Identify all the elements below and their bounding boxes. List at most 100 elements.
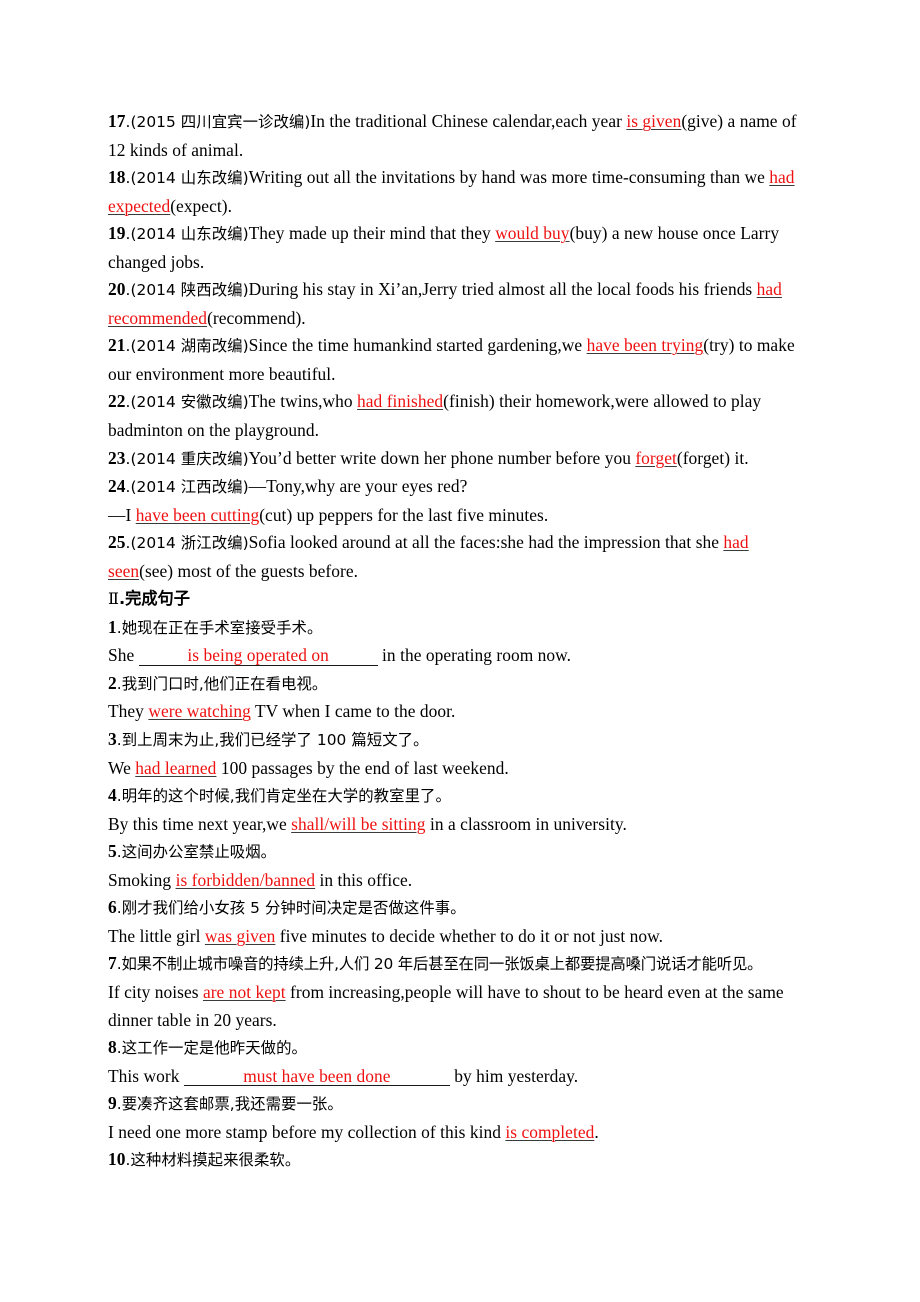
sentence-item-7-answer: If city noises are not kept from increas… bbox=[108, 979, 812, 1034]
item-source: .(2014 湖南改编) bbox=[125, 337, 249, 356]
sentence-item-8-prompt: 8.这工作一定是他昨天做的。 bbox=[108, 1034, 812, 1063]
item-text-before: Since the time humankind started gardeni… bbox=[248, 335, 587, 356]
sentence-before: She bbox=[108, 645, 139, 666]
sentence-item-8-answer: This work must have been done by him yes… bbox=[108, 1063, 812, 1091]
item-number: 24 bbox=[108, 476, 126, 497]
item-source: .(2014 陕西改编) bbox=[125, 281, 249, 300]
section-numeral: Ⅱ bbox=[108, 590, 120, 609]
item-chinese: .刚才我们给小女孩 5 分钟时间决定是否做这件事。 bbox=[116, 899, 466, 918]
item-source: .(2014 山东改编) bbox=[125, 169, 249, 188]
sentence-item-6-answer: The little girl was given five minutes t… bbox=[108, 923, 812, 951]
item-source: .(2014 重庆改编) bbox=[125, 449, 249, 468]
sentence-before: Smoking bbox=[108, 869, 176, 890]
item-number: 25 bbox=[108, 532, 126, 553]
answer-blank: was given bbox=[204, 925, 276, 946]
item-text-after: (recommend). bbox=[207, 307, 306, 328]
sentence-after: in the operating room now. bbox=[377, 645, 572, 666]
item-source: .(2015 四川宜宾一诊改编) bbox=[125, 113, 311, 131]
item-answer: would buy bbox=[495, 223, 570, 244]
document-body: 17.(2015 四川宜宾一诊改编)In the traditional Chi… bbox=[108, 108, 812, 1175]
exercise-item-25: 25.(2014 浙江改编)Sofia looked around at all… bbox=[108, 529, 812, 585]
item-number: 1 bbox=[108, 616, 117, 637]
sentence-before: If city noises bbox=[108, 981, 203, 1002]
sentence-before: They bbox=[108, 701, 149, 722]
sentence-after: 100 passages by the end of last weekend. bbox=[216, 757, 509, 778]
item-number: 7 bbox=[108, 953, 117, 974]
item-text-before: In the traditional Chinese calendar,each… bbox=[310, 111, 627, 131]
item-chinese: .这工作一定是他昨天做的。 bbox=[116, 1039, 307, 1058]
item-text-before: —I bbox=[108, 504, 136, 525]
sentence-item-1-answer: She is being operated on in the operatin… bbox=[108, 642, 812, 670]
sentence-item-4-answer: By this time next year,we shall/will be … bbox=[108, 811, 812, 839]
item-answer: have been cutting bbox=[135, 504, 260, 525]
item-number: 9 bbox=[108, 1093, 117, 1114]
item-text-before: The twins,who bbox=[248, 391, 358, 412]
sentence-item-1-prompt: 1.她现在正在手术室接受手术。 bbox=[108, 614, 812, 643]
exercise-item-23: 23.(2014 重庆改编)You’d better write down he… bbox=[108, 445, 812, 474]
exercise-item-24-reply: —I have been cutting(cut) up peppers for… bbox=[108, 502, 812, 530]
item-number: 2 bbox=[108, 672, 117, 693]
sentence-item-6-prompt: 6.刚才我们给小女孩 5 分钟时间决定是否做这件事。 bbox=[108, 894, 812, 923]
item-number: 18 bbox=[108, 167, 126, 188]
item-chinese: .要凑齐这套邮票,我还需要一张。 bbox=[116, 1095, 343, 1114]
sentence-item-5-prompt: 5.这间办公室禁止吸烟。 bbox=[108, 838, 812, 867]
sentence-item-5-answer: Smoking is forbidden/banned in this offi… bbox=[108, 867, 812, 895]
exercise-item-22: 22.(2014 安徽改编)The twins,who had finished… bbox=[108, 388, 812, 444]
item-number: 10 bbox=[108, 1149, 126, 1170]
item-chinese: .她现在正在手术室接受手术。 bbox=[116, 618, 323, 637]
item-text-before: They made up their mind that they bbox=[248, 223, 496, 244]
sentence-after: by him yesterday. bbox=[449, 1065, 579, 1086]
sentence-item-3-prompt: 3.到上周末为止,我们已经学了 100 篇短文了。 bbox=[108, 726, 812, 755]
item-chinese: .如果不制止城市噪音的持续上升,人们 20 年后甚至在同一张饭桌上都要提高嗓门说… bbox=[116, 955, 763, 974]
exercise-item-20: 20.(2014 陕西改编)During his stay in Xi’an,J… bbox=[108, 276, 812, 332]
item-number: 4 bbox=[108, 785, 117, 806]
item-text-before: You’d better write down her phone number… bbox=[248, 447, 636, 468]
sentence-after: five minutes to decide whether to do it … bbox=[275, 925, 664, 946]
sentence-after: . bbox=[594, 1121, 599, 1142]
item-number: 8 bbox=[108, 1037, 117, 1058]
item-chinese: .这间办公室禁止吸烟。 bbox=[116, 843, 277, 862]
item-source: .(2014 江西改编) bbox=[125, 478, 249, 497]
section-title: .完成句子 bbox=[119, 589, 190, 609]
item-source: .(2014 安徽改编) bbox=[125, 393, 249, 412]
item-text-after: (expect). bbox=[170, 195, 232, 216]
sentence-item-9-answer: I need one more stamp before my collecti… bbox=[108, 1119, 812, 1147]
item-answer: had finished bbox=[357, 391, 444, 412]
sentence-before: We bbox=[108, 757, 136, 778]
document-page: 17.(2015 四川宜宾一诊改编)In the traditional Chi… bbox=[0, 0, 920, 1302]
sentence-after: TV when I came to the door. bbox=[250, 701, 456, 722]
item-chinese: .到上周末为止,我们已经学了 100 篇短文了。 bbox=[116, 731, 429, 750]
sentence-before: I need one more stamp before my collecti… bbox=[108, 1121, 506, 1142]
item-number: 19 bbox=[108, 223, 126, 244]
item-text-before: During his stay in Xi’an,Jerry tried alm… bbox=[248, 279, 757, 300]
sentence-after: in a classroom in university. bbox=[425, 813, 627, 834]
item-text-after: (cut) up peppers for the last five minut… bbox=[259, 504, 549, 525]
sentence-before: This work bbox=[108, 1065, 184, 1086]
item-text-after: (see) most of the guests before. bbox=[139, 560, 359, 581]
item-number: 5 bbox=[108, 841, 117, 862]
item-chinese: .这种材料摸起来很柔软。 bbox=[125, 1151, 301, 1170]
answer-blank: are not kept bbox=[202, 981, 286, 1002]
item-number: 21 bbox=[108, 335, 126, 356]
answer-blank: must have been done bbox=[183, 1066, 450, 1087]
answer-blank: is being operated on bbox=[138, 646, 378, 667]
exercise-item-18: 18.(2014 山东改编)Writing out all the invita… bbox=[108, 164, 812, 220]
sentence-item-4-prompt: 4.明年的这个时候,我们肯定坐在大学的教室里了。 bbox=[108, 782, 812, 811]
item-number: 23 bbox=[108, 447, 126, 468]
item-chinese: .我到门口时,他们正在看电视。 bbox=[116, 674, 328, 693]
item-text-before: —Tony,why are your eyes red? bbox=[248, 476, 468, 497]
exercise-item-24: 24.(2014 江西改编)—Tony,why are your eyes re… bbox=[108, 473, 812, 502]
answer-blank: were watching bbox=[148, 701, 251, 722]
sentence-item-2-prompt: 2.我到门口时,他们正在看电视。 bbox=[108, 670, 812, 699]
answer-blank: is forbidden/banned bbox=[175, 869, 316, 890]
exercise-item-19: 19.(2014 山东改编)They made up their mind th… bbox=[108, 220, 812, 276]
answer-blank: is completed bbox=[505, 1121, 595, 1142]
sentence-before: By this time next year,we bbox=[108, 813, 292, 834]
sentence-after: in this office. bbox=[315, 869, 413, 890]
item-number: 17 bbox=[108, 111, 126, 131]
sentence-item-7-prompt: 7.如果不制止城市噪音的持续上升,人们 20 年后甚至在同一张饭桌上都要提高嗓门… bbox=[108, 950, 812, 979]
sentence-item-9-prompt: 9.要凑齐这套邮票,我还需要一张。 bbox=[108, 1090, 812, 1119]
item-number: 22 bbox=[108, 391, 126, 412]
item-number: 3 bbox=[108, 729, 117, 750]
sentence-item-2-answer: They were watching TV when I came to the… bbox=[108, 698, 812, 726]
